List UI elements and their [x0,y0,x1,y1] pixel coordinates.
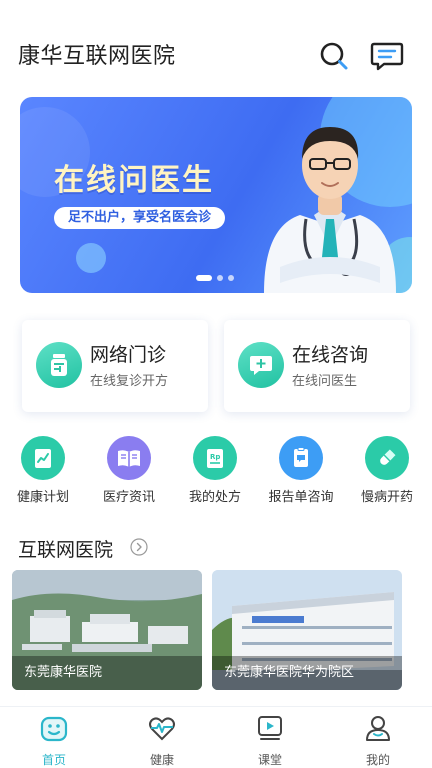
user-icon [366,716,390,741]
pill-icon [365,436,409,480]
hospital-list: 东莞康华医院 东莞康华医院华为院区 [12,570,420,690]
prescription-icon: Rp [193,436,237,480]
quick-link-label: 我的处方 [188,490,241,505]
section-title: 互联网医院 [18,539,114,561]
tab-me[interactable]: 我的 [324,713,432,767]
heart-pulse-icon [149,717,175,741]
quick-link-label: 慢病开药 [360,490,413,505]
tab-label: 健康 [149,753,174,767]
medicine-bottle-icon [36,342,82,388]
svg-text:Rp: Rp [210,453,220,461]
tab-label: 我的 [365,753,390,767]
home-smile-icon [40,716,68,742]
tab-health[interactable]: 健康 [108,713,216,767]
quick-link-report-consult[interactable]: 报告单咨询 [258,436,344,506]
carousel-dot[interactable] [217,275,223,281]
video-class-icon [258,716,282,740]
page-title: 康华互联网医院 [18,44,176,69]
quick-link-my-prescription[interactable]: Rp 我的处方 [172,436,258,506]
book-icon [107,436,151,480]
report-chat-icon [279,436,323,480]
service-cards: 网络门诊 在线复诊开方 在线咨询 在线问医生 [22,320,412,412]
quick-link-label: 报告单咨询 [268,490,334,505]
search-icon[interactable] [318,40,350,72]
carousel-indicator [196,275,234,281]
banner-headline: 在线问医生 [54,163,214,198]
quick-link-label: 健康计划 [16,490,69,505]
banner-tagline: 足不出户，享受名医会诊 [54,207,226,229]
card-title: 在线咨询 [292,344,369,366]
doctor-illustration [264,127,396,293]
promo-banner[interactable]: 在线问医生 足不出户，享受名医会诊 [20,97,412,293]
tab-label: 课堂 [257,753,282,767]
health-plan-icon [21,436,65,480]
app-header: 康华互联网医院 [0,0,432,92]
carousel-dot-active[interactable] [196,275,212,281]
bottom-tab-bar: 首页 健康 课堂 我的 [0,706,432,768]
carousel-dot[interactable] [228,275,234,281]
banner-decoration [76,243,106,273]
quick-link-label: 医疗资讯 [102,490,155,505]
tab-classroom[interactable]: 课堂 [216,713,324,767]
quick-link-chronic-medicine[interactable]: 慢病开药 [344,436,430,506]
tab-label: 首页 [41,753,66,767]
hospital-card[interactable]: 东莞康华医院 [12,570,202,690]
quick-link-medical-news[interactable]: 医疗资讯 [86,436,172,506]
tab-home[interactable]: 首页 [0,713,108,767]
chat-plus-icon [238,342,284,388]
quick-links: 健康计划 医疗资讯 Rp 我的处方 报告单咨询 慢病开药 [0,436,432,506]
hospital-name: 东莞康华医院华为院区 [212,656,402,690]
online-clinic-card[interactable]: 网络门诊 在线复诊开方 [22,320,208,412]
card-title: 网络门诊 [90,344,167,366]
card-subtitle: 在线问医生 [292,374,358,389]
quick-link-health-plan[interactable]: 健康计划 [0,436,86,506]
card-subtitle: 在线复诊开方 [90,374,169,389]
chevron-right-icon[interactable] [130,538,148,556]
hospital-name: 东莞康华医院 [12,656,202,690]
online-consult-card[interactable]: 在线咨询 在线问医生 [224,320,410,412]
message-icon[interactable] [370,40,404,72]
hospital-card[interactable]: 东莞康华医院华为院区 [212,570,402,690]
